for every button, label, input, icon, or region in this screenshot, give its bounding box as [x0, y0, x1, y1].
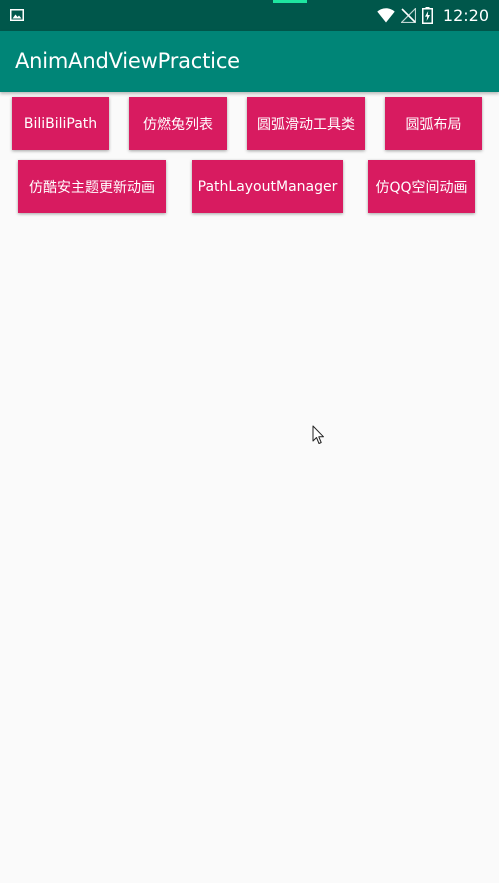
arc-slide-tool-button[interactable]: 圆弧滑动工具类	[247, 97, 365, 150]
no-signal-icon	[400, 8, 416, 23]
status-time: 12:20	[442, 6, 489, 25]
app-screen: 12:20 AnimAndViewPractice BiliBiliPath 仿…	[0, 0, 499, 883]
mouse-pointer-icon	[312, 425, 324, 444]
path-layout-manager-button[interactable]: PathLayoutManager	[192, 160, 343, 213]
rantu-list-button[interactable]: 仿燃兔列表	[129, 97, 227, 150]
status-icons: 12:20	[377, 0, 489, 31]
status-bar-accent	[273, 0, 307, 3]
status-bar: 12:20	[0, 0, 499, 31]
app-toolbar: AnimAndViewPractice	[0, 31, 499, 92]
qq-zone-anim-button[interactable]: 仿QQ空间动画	[368, 160, 475, 213]
coolapk-theme-anim-button[interactable]: 仿酷安主题更新动画	[18, 160, 166, 213]
app-title: AnimAndViewPractice	[15, 49, 240, 73]
arc-layout-button[interactable]: 圆弧布局	[385, 97, 482, 150]
bilibili-path-button[interactable]: BiliBiliPath	[12, 97, 109, 150]
wifi-icon	[377, 8, 395, 23]
image-notification-icon	[10, 9, 24, 21]
battery-charging-icon	[421, 7, 433, 24]
